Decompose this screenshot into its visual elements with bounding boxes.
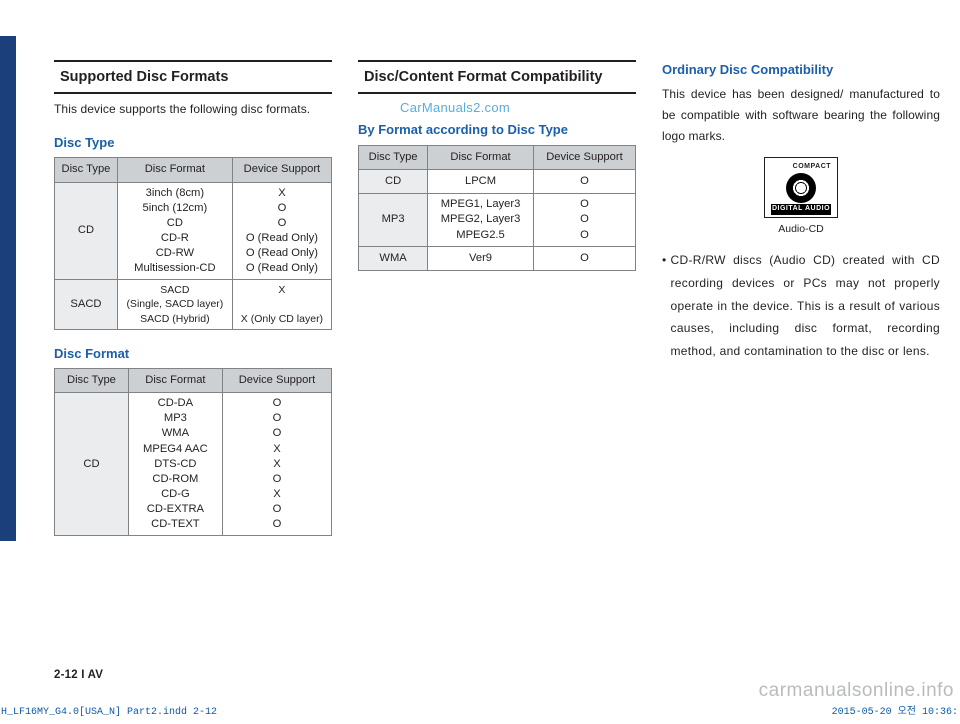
td-type: CD <box>55 182 118 280</box>
th: Disc Format <box>428 145 534 169</box>
disc-icon <box>786 173 816 203</box>
section-heading-supported: Supported Disc Formats <box>54 60 332 94</box>
td-format: MPEG1, Layer3 MPEG2, Layer3 MPEG2.5 <box>428 194 534 246</box>
bullet-text: CD-R/RW discs (Audio CD) created with CD… <box>671 249 940 363</box>
table-by-format: Disc Type Disc Format Device Support CD … <box>358 145 636 271</box>
td-support: O O O <box>533 194 635 246</box>
td-type: SACD <box>55 280 118 330</box>
print-mark-left: H_LF16MY_G4.0[USA_N] Part2.indd 2-12 <box>1 707 217 718</box>
td-format: LPCM <box>428 169 534 193</box>
intro-paragraph: This device supports the following disc … <box>54 100 332 119</box>
logo-top-right: COMPACT <box>793 162 831 173</box>
subheading-ordinary: Ordinary Disc Compatibility <box>662 60 940 80</box>
td-type: CD <box>359 169 428 193</box>
td-format: SACD (Single, SACD layer) SACD (Hybrid) <box>117 280 232 330</box>
heading-compat: Disc/Content Format Compatibility <box>364 66 630 88</box>
page-number: 2-12 I AV <box>54 669 103 681</box>
column-2: Disc/Content Format Compatibility By For… <box>358 60 636 654</box>
td-support: X O O O (Read Only) O (Read Only) O (Rea… <box>232 182 331 280</box>
th: Disc Format <box>128 368 222 392</box>
section-heading-compat: Disc/Content Format Compatibility <box>358 60 636 94</box>
bullet-item: • CD-R/RW discs (Audio CD) created with … <box>662 249 940 363</box>
audio-cd-logo: COMPACT DIGITAL AUDIO Audio-CD <box>760 157 842 237</box>
td-format: Ver9 <box>428 246 534 270</box>
td-format: CD-DA MP3 WMA MPEG4 AAC DTS-CD CD-ROM CD… <box>128 393 222 536</box>
column-3: Ordinary Disc Compatibility This device … <box>662 60 940 654</box>
ordinary-paragraph: This device has been designed/ manufactu… <box>662 84 940 147</box>
td-support: O O O X X O X O O <box>222 393 331 536</box>
logo-caption: Audio-CD <box>760 221 842 237</box>
heading-supported: Supported Disc Formats <box>60 66 326 88</box>
subheading-disc-format: Disc Format <box>54 344 332 364</box>
column-1: Supported Disc Formats This device suppo… <box>54 60 332 654</box>
th: Disc Type <box>55 368 129 392</box>
td-type: WMA <box>359 246 428 270</box>
th: Device Support <box>232 158 331 182</box>
table-disc-type: Disc Type Disc Format Device Support CD … <box>54 157 332 330</box>
th: Disc Format <box>117 158 232 182</box>
content-columns: Supported Disc Formats This device suppo… <box>54 60 940 654</box>
table-disc-format: Disc Type Disc Format Device Support CD … <box>54 368 332 536</box>
td-format: 3inch (8cm) 5inch (12cm) CD CD-R CD-RW M… <box>117 182 232 280</box>
bullet-dot-icon: • <box>662 249 667 363</box>
td-type: MP3 <box>359 194 428 246</box>
logo-bottom: DIGITAL AUDIO <box>771 204 831 215</box>
td-type: CD <box>55 393 129 536</box>
th: Disc Type <box>55 158 118 182</box>
th: Device Support <box>222 368 331 392</box>
site-watermark: carmanualsonline.info <box>759 680 954 702</box>
td-support: O <box>533 169 635 193</box>
td-support: O <box>533 246 635 270</box>
print-mark-right: 2015-05-20 오전 10:36: <box>832 702 958 718</box>
td-support: X X (Only CD layer) <box>232 280 331 330</box>
th: Disc Type <box>359 145 428 169</box>
th: Device Support <box>533 145 635 169</box>
side-tab <box>0 36 16 541</box>
subheading-disc-type: Disc Type <box>54 133 332 153</box>
subheading-by-format: By Format according to Disc Type <box>358 120 636 140</box>
